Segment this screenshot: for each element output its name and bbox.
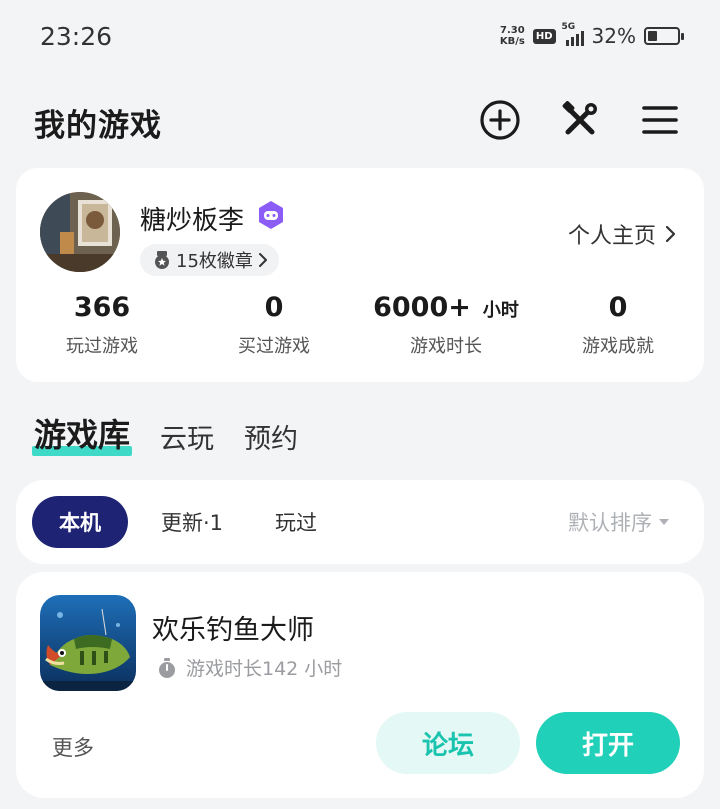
add-button[interactable] <box>478 98 522 142</box>
menu-icon <box>642 106 678 134</box>
sort-label: 默认排序 <box>568 511 652 535</box>
stat-games-played[interactable]: 366 玩过游戏 <box>16 292 188 358</box>
stat-achievements[interactable]: 0 游戏成就 <box>532 292 704 358</box>
signal-label: 5G <box>561 22 576 32</box>
battery-icon <box>644 27 684 45</box>
playtime-text: 游戏时长142 小时 <box>186 658 343 680</box>
network-speed-unit: KB/s <box>499 36 525 47</box>
tab-cloud-play[interactable]: 云玩 <box>160 417 214 456</box>
stat-value: 6000+ 小时 <box>373 292 519 328</box>
personal-homepage-link[interactable]: 个人主页 <box>568 218 676 250</box>
avatar-image <box>40 192 120 272</box>
badges-label: 15枚徽章 <box>176 251 253 272</box>
stat-number: 366 <box>73 292 131 323</box>
stat-games-bought[interactable]: 0 买过游戏 <box>188 292 360 358</box>
stat-play-time[interactable]: 6000+ 小时 游戏时长 <box>360 292 532 358</box>
caret-down-icon <box>659 519 669 525</box>
game-card[interactable]: 欢乐钓鱼大师 游戏时长142 小时 更多 论坛 打开 <box>16 572 704 798</box>
profile-card: 糖炒板李 15枚徽章 个人主页 366 玩过游戏 0 买过游戏 6000+ 小时… <box>16 168 704 382</box>
filter-bar: 本机 更新·1 玩过 默认排序 <box>16 480 704 564</box>
stat-number: 0 <box>264 292 284 323</box>
vip-badge-icon[interactable] <box>256 200 286 230</box>
stopwatch-icon <box>159 657 175 678</box>
filter-local[interactable]: 本机 <box>32 496 128 548</box>
badges-button[interactable]: 15枚徽章 <box>140 244 279 276</box>
username[interactable]: 糖炒板李 <box>140 200 244 237</box>
tab-game-library[interactable]: 游戏库 <box>31 410 133 456</box>
battery-percent: 32% <box>591 24 636 48</box>
status-time: 23:26 <box>40 22 113 51</box>
game-playtime: 游戏时长142 小时 <box>156 654 342 681</box>
fishing-game-icon <box>40 595 136 691</box>
filter-played[interactable]: 玩过 <box>248 496 344 548</box>
tab-reservations[interactable]: 预约 <box>244 417 298 456</box>
network-speed-value: 7.30 <box>500 25 525 36</box>
stat-label: 游戏成就 <box>582 336 654 357</box>
stat-number: 0 <box>608 292 628 323</box>
page-title: 我的游戏 <box>34 108 162 144</box>
forum-button[interactable]: 论坛 <box>376 712 520 774</box>
medal-icon <box>155 251 169 269</box>
stat-value: 0 <box>609 292 628 328</box>
stat-unit: 小时 <box>482 300 519 321</box>
tools-icon <box>562 101 597 135</box>
add-circle-icon <box>480 100 520 140</box>
status-bar: 23:26 7.30 KB/s HD 5G 32% <box>0 0 720 76</box>
main-tabs: 游戏库 云玩 预约 <box>31 410 298 456</box>
stat-label: 玩过游戏 <box>66 336 138 357</box>
more-button[interactable]: 更多 <box>52 732 94 762</box>
stat-label: 买过游戏 <box>238 336 310 357</box>
stat-value: 0 <box>265 292 284 328</box>
network-speed: 7.30 KB/s <box>500 25 525 47</box>
game-icon[interactable] <box>40 595 136 691</box>
sort-dropdown[interactable]: 默认排序 <box>568 496 670 548</box>
game-name[interactable]: 欢乐钓鱼大师 <box>152 608 314 647</box>
stat-value: 366 <box>74 292 130 328</box>
tools-button[interactable] <box>558 98 602 142</box>
hd-icon: HD <box>532 28 556 44</box>
stat-label: 游戏时长 <box>410 336 482 357</box>
status-icons: 7.30 KB/s HD 5G 32% <box>500 22 684 48</box>
stat-number: 6000+ <box>373 292 471 323</box>
avatar[interactable] <box>40 192 120 272</box>
stats-row: 366 玩过游戏 0 买过游戏 6000+ 小时 游戏时长 0 游戏成就 <box>16 292 704 358</box>
chevron-right-icon <box>258 253 267 267</box>
menu-button[interactable] <box>638 98 682 142</box>
open-button[interactable]: 打开 <box>536 712 680 774</box>
filter-updates[interactable]: 更新·1 <box>144 496 240 548</box>
signal-icon: 5G <box>562 22 584 46</box>
homepage-label: 个人主页 <box>567 224 656 249</box>
chevron-right-icon <box>665 225 676 243</box>
